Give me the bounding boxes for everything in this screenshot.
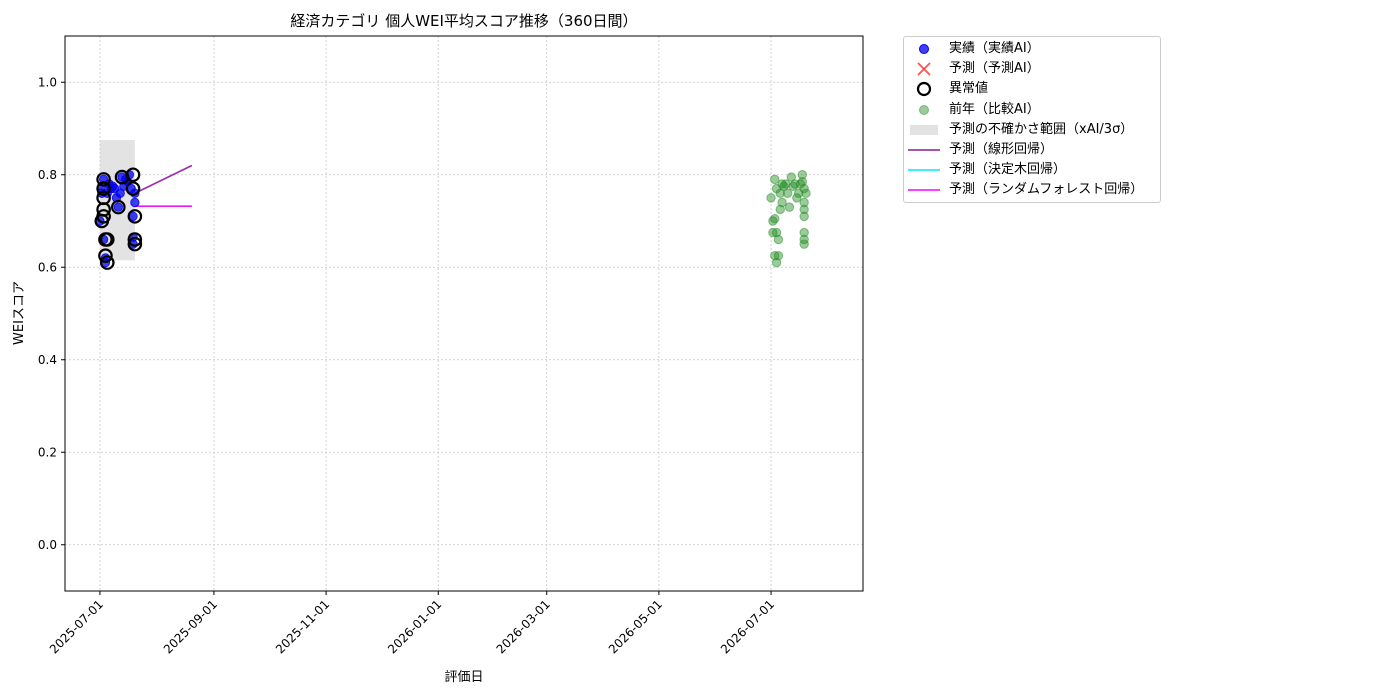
- actual-point: [130, 197, 140, 208]
- prev-year-point: [770, 174, 780, 185]
- x-tick-label: 2026-07-01: [718, 597, 777, 656]
- prev-year-point: [801, 188, 811, 198]
- legend-symbol-actual: [919, 44, 929, 54]
- prev-year-point: [766, 193, 776, 203]
- chart: 経済カテゴリ 個人WEI平均スコア推移（360日間） 0.00.20.40.60…: [12, 12, 864, 685]
- y-tick-label: 0.2: [38, 445, 57, 459]
- y-tick-label: 0.4: [38, 353, 57, 367]
- legend-label: 予測（予測AI）: [949, 61, 1040, 77]
- legend-dot: [919, 44, 929, 54]
- legend-dot: [919, 104, 929, 115]
- x-tick-label: 2026-01-01: [385, 597, 444, 656]
- legend-symbol-forecast: [917, 62, 931, 76]
- forecast-line-linear: [134, 164, 193, 194]
- plot-frame: [64, 35, 864, 592]
- prev-year-point: [782, 188, 793, 198]
- x-tick-label: 2025-09-01: [161, 597, 220, 656]
- legend-symbol-linear: [908, 149, 940, 151]
- actual-point: [113, 202, 124, 212]
- x-tick-label: 2025-07-01: [47, 597, 106, 656]
- legend-label: 予測（決定木回帰）: [949, 162, 1067, 178]
- data-points: [94, 167, 811, 270]
- legend-item-anomaly: 異常値: [904, 79, 1160, 99]
- x-tick-label: 2026-03-01: [494, 597, 553, 656]
- forecast-lines: [134, 164, 193, 207]
- prev-year-point: [784, 202, 795, 212]
- legend-label: 前年（比較AI）: [949, 101, 1040, 117]
- legend-label: 実績（実績AI）: [949, 41, 1040, 56]
- grid: [65, 36, 863, 591]
- legend-symbol-tree: [908, 169, 940, 171]
- y-tick-label: 0.6: [38, 260, 57, 274]
- legend-item-linear: 予測（線形回帰）: [904, 140, 1160, 160]
- legend-item-uncertainty: 予測の不確かさ範囲（xAI/3σ）: [904, 120, 1160, 140]
- y-tick-label: 0.8: [38, 168, 57, 182]
- x-axis-label: 評価日: [444, 670, 483, 685]
- legend-label: 予測の不確かさ範囲（xAI/3σ）: [949, 121, 1134, 137]
- legend-label: 異常値: [949, 81, 989, 97]
- legend-item-tree: 予測（決定木回帰）: [904, 160, 1160, 180]
- legend-symbol-anomaly: [916, 82, 932, 97]
- prev-year-point: [773, 250, 784, 261]
- legend-symbol-uncertainty: [910, 124, 938, 135]
- y-tick-label: 1.0: [38, 75, 57, 89]
- legend-band: [910, 124, 938, 135]
- legend-item-prev_year: 前年（比較AI）: [904, 100, 1160, 120]
- chart-title: 経済カテゴリ 個人WEI平均スコア推移（360日間）: [290, 12, 637, 30]
- axis-ticks: 0.0 0.2 0.4 0.6 0.8 1.0 2025-07-01 2025-09-01 20…: [38, 75, 777, 656]
- legend: 実績（実績AI） 予測（予測AI） 異常値前年（比較AI） 予測の不確かさ範囲（xAI…: [903, 36, 1161, 203]
- prev-year-point: [773, 234, 784, 245]
- legend-label: 予測（ランダムフォレスト回帰）: [949, 182, 1144, 198]
- legend-item-forecast: 予測（予測AI）: [904, 59, 1160, 79]
- legend-label: 予測（線形回帰）: [949, 142, 1054, 157]
- prev-year-point: [799, 211, 809, 222]
- legend-item-actual: 実績（実績AI）: [904, 39, 1160, 59]
- legend-symbol-prev_year: [919, 104, 929, 115]
- prev-year-point: [799, 239, 809, 249]
- legend-ring: [916, 82, 932, 97]
- y-axis-label: WEIスコア: [12, 281, 27, 345]
- prev-year-point: [777, 197, 787, 208]
- prev-year-point: [770, 213, 780, 224]
- y-tick-label: 0.0: [38, 538, 57, 552]
- x-tick-label: 2026-05-01: [606, 597, 665, 656]
- legend-symbol-rf: [908, 189, 940, 192]
- legend-item-rf: 予測（ランダムフォレスト回帰）: [904, 180, 1160, 200]
- x-tick-label: 2025-11-01: [273, 597, 332, 656]
